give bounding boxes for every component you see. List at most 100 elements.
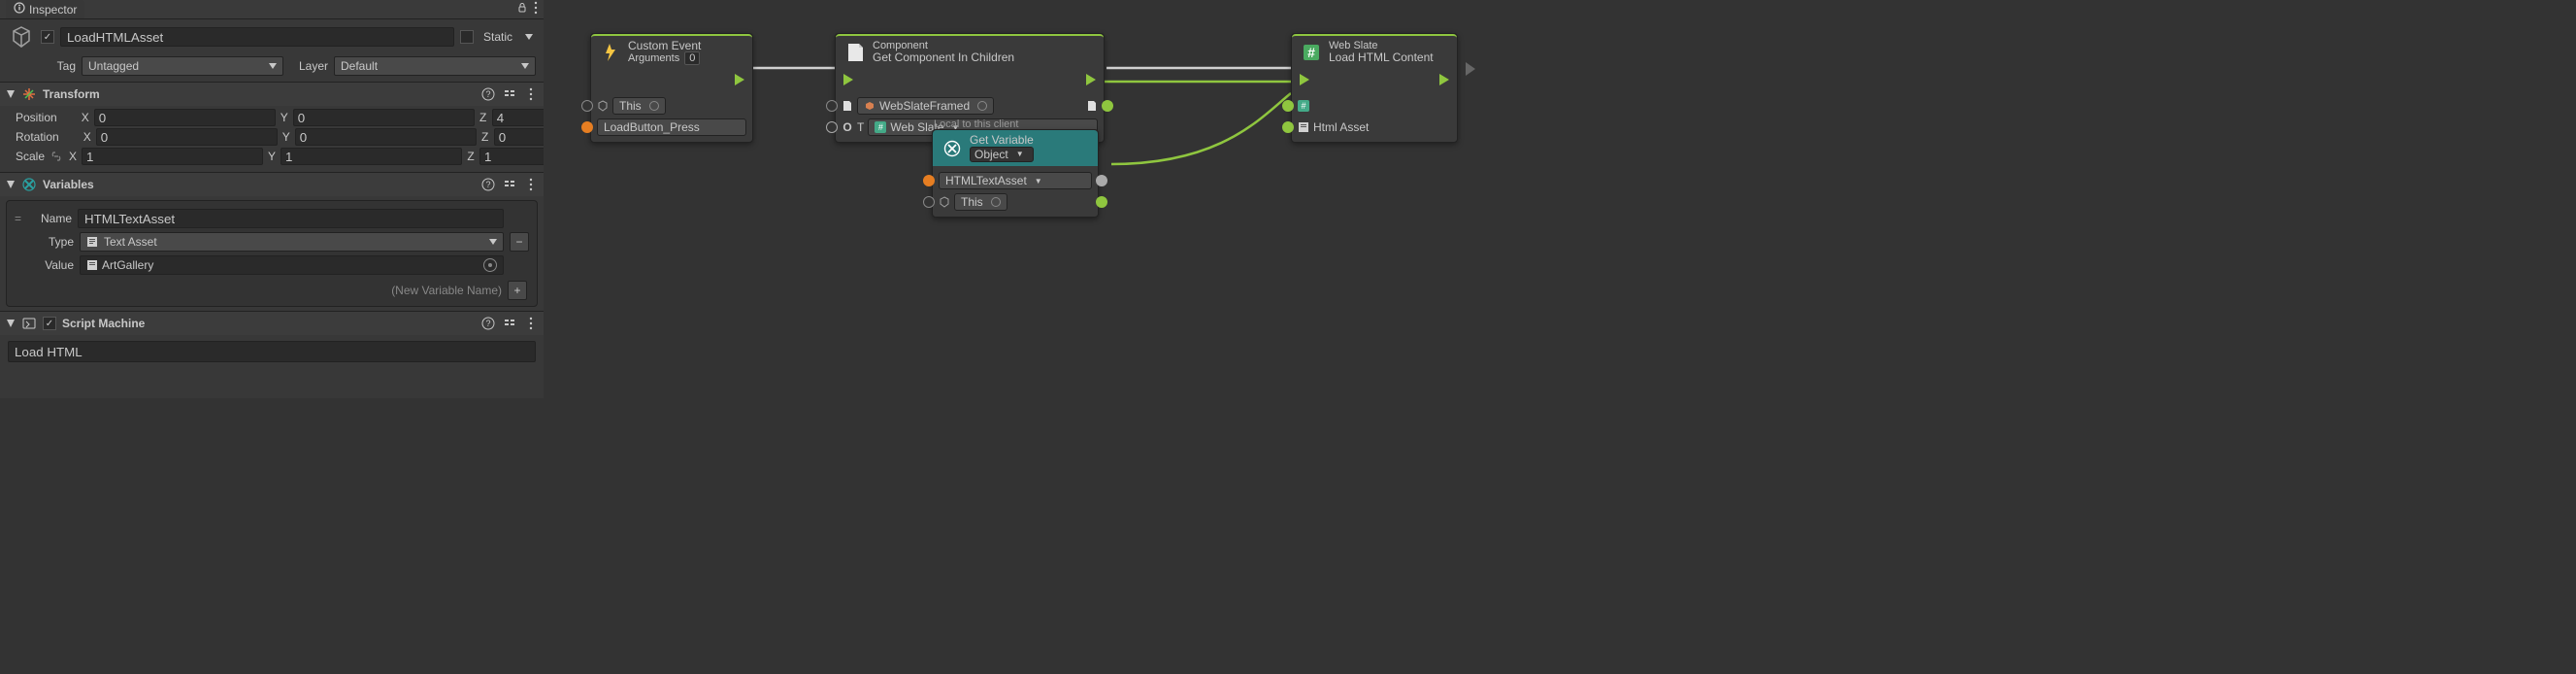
name-port[interactable] bbox=[923, 175, 935, 186]
document-icon bbox=[1086, 100, 1098, 112]
flow-out-port[interactable] bbox=[1439, 74, 1449, 85]
asset-port[interactable] bbox=[1282, 121, 1294, 133]
var-value-input[interactable]: ArtGallery bbox=[80, 255, 504, 275]
chevron-down-icon: ▼ bbox=[1035, 177, 1042, 185]
gameobject-icon bbox=[939, 196, 950, 208]
link-scale-icon[interactable] bbox=[49, 149, 64, 164]
source-input[interactable]: This bbox=[954, 193, 1007, 211]
object-picker-icon[interactable] bbox=[649, 101, 659, 111]
node-header[interactable]: # Web Slate Load HTML Content bbox=[1292, 34, 1457, 68]
gameobject-input[interactable]: WebSlateFramed bbox=[857, 97, 994, 115]
kebab-icon[interactable] bbox=[524, 87, 538, 101]
new-variable-placeholder: (New Variable Name) bbox=[391, 284, 502, 297]
foldout-icon[interactable] bbox=[6, 90, 16, 98]
position-row: Position X Y Z bbox=[16, 108, 536, 127]
document-icon bbox=[842, 100, 853, 112]
var-type-value: Text Asset bbox=[104, 235, 157, 249]
flow-out-port[interactable] bbox=[735, 74, 744, 85]
result-port[interactable] bbox=[1102, 100, 1113, 112]
node-title: Get Variable bbox=[970, 134, 1034, 147]
variables-header[interactable]: Variables ? bbox=[0, 173, 544, 196]
graph-name-input[interactable] bbox=[8, 341, 536, 362]
tag-dropdown[interactable]: Untagged bbox=[82, 56, 283, 76]
node-header[interactable]: Get Variable Object ▼ bbox=[933, 130, 1098, 166]
gameobject-name-input[interactable] bbox=[60, 27, 454, 47]
target-port[interactable] bbox=[826, 100, 838, 112]
layer-dropdown[interactable]: Default bbox=[334, 56, 536, 76]
object-picker-icon[interactable] bbox=[991, 197, 1001, 207]
variable-name-dropdown[interactable]: HTMLTextAsset ▼ bbox=[939, 172, 1092, 189]
graph-canvas[interactable]: Custom Event Arguments 0 This LoadButton… bbox=[544, 0, 1514, 398]
lock-icon[interactable] bbox=[516, 2, 528, 17]
scale-y-input[interactable] bbox=[281, 148, 462, 165]
help-icon[interactable]: ? bbox=[481, 178, 495, 191]
preset-icon[interactable] bbox=[503, 317, 516, 330]
node-custom-event[interactable]: Custom Event Arguments 0 This LoadButton… bbox=[590, 33, 753, 143]
var-type-dropdown[interactable]: Text Asset bbox=[80, 232, 504, 252]
variables-component: Variables ? = Name Type bbox=[0, 172, 544, 311]
remove-variable-button[interactable]: − bbox=[510, 232, 529, 252]
transform-title: Transform bbox=[43, 87, 476, 101]
target-input[interactable]: This bbox=[612, 97, 666, 115]
kebab-icon[interactable] bbox=[524, 317, 538, 330]
position-y-input[interactable] bbox=[293, 109, 475, 126]
scale-label: Scale bbox=[16, 150, 45, 163]
preset-icon[interactable] bbox=[503, 178, 516, 191]
rotation-label: Rotation bbox=[16, 130, 59, 144]
variable-icon bbox=[941, 137, 964, 160]
static-dropdown[interactable] bbox=[522, 34, 536, 40]
source-port[interactable] bbox=[923, 196, 935, 208]
kebab-icon[interactable] bbox=[524, 178, 538, 191]
script-machine-icon bbox=[21, 316, 37, 331]
foldout-icon[interactable] bbox=[6, 320, 16, 327]
flow-out-port[interactable] bbox=[1086, 74, 1096, 85]
drag-handle-icon[interactable]: = bbox=[15, 212, 21, 225]
var-value-text: ArtGallery bbox=[102, 258, 153, 272]
layer-value: Default bbox=[341, 59, 378, 73]
script-machine-enabled-checkbox[interactable] bbox=[43, 317, 56, 330]
node-title: Load HTML Content bbox=[1329, 51, 1434, 64]
svg-text:?: ? bbox=[485, 319, 490, 328]
tag-layer-row: Tag Untagged Layer Default bbox=[0, 54, 544, 82]
flow-in-port[interactable] bbox=[843, 74, 853, 85]
static-checkbox[interactable] bbox=[460, 30, 474, 44]
info-icon bbox=[14, 2, 25, 17]
foldout-icon[interactable] bbox=[6, 181, 16, 188]
y-label: Y bbox=[278, 111, 291, 124]
script-machine-header[interactable]: Script Machine ? bbox=[0, 312, 544, 335]
value-port[interactable] bbox=[1096, 196, 1107, 208]
name-port[interactable] bbox=[581, 121, 593, 133]
fallback-port[interactable] bbox=[1096, 175, 1107, 186]
object-picker-icon[interactable] bbox=[977, 101, 987, 111]
variable-kind-dropdown[interactable]: Object ▼ bbox=[970, 147, 1034, 162]
rotation-y-input[interactable] bbox=[295, 128, 477, 146]
inspector-tab[interactable]: Inspector bbox=[6, 0, 84, 18]
var-name-input[interactable] bbox=[78, 209, 504, 228]
flow-in-port[interactable] bbox=[1300, 74, 1309, 85]
preset-icon[interactable] bbox=[503, 87, 516, 101]
target-port[interactable] bbox=[1282, 100, 1294, 112]
rotation-x-input[interactable] bbox=[96, 128, 278, 146]
node-header[interactable]: Component Get Component In Children bbox=[836, 34, 1104, 68]
object-picker-icon[interactable] bbox=[483, 258, 497, 272]
node-get-variable[interactable]: Get Variable Object ▼ HTMLTextAsset ▼ bbox=[932, 129, 1099, 218]
transform-header[interactable]: Transform ? bbox=[0, 83, 544, 106]
script-machine-component: Script Machine ? bbox=[0, 311, 544, 368]
type-port[interactable] bbox=[826, 121, 838, 133]
help-icon[interactable]: ? bbox=[481, 87, 495, 101]
add-variable-button[interactable]: + bbox=[508, 281, 527, 300]
kebab-icon[interactable] bbox=[534, 1, 538, 17]
type-icon: O bbox=[842, 121, 853, 133]
variables-icon bbox=[21, 177, 37, 192]
help-icon[interactable]: ? bbox=[481, 317, 495, 330]
scale-x-input[interactable] bbox=[82, 148, 263, 165]
asset-label: Html Asset bbox=[1313, 120, 1369, 134]
node-header[interactable]: Custom Event Arguments 0 bbox=[591, 34, 752, 68]
position-x-input[interactable] bbox=[94, 109, 276, 126]
variables-title: Variables bbox=[43, 178, 476, 191]
target-port[interactable] bbox=[581, 100, 593, 112]
event-name-input[interactable]: LoadButton_Press bbox=[597, 118, 746, 136]
gameobject-active-checkbox[interactable] bbox=[41, 30, 54, 44]
scale-row: Scale X Y Z bbox=[16, 147, 536, 166]
node-load-html[interactable]: # Web Slate Load HTML Content # Html Ass… bbox=[1291, 33, 1458, 143]
